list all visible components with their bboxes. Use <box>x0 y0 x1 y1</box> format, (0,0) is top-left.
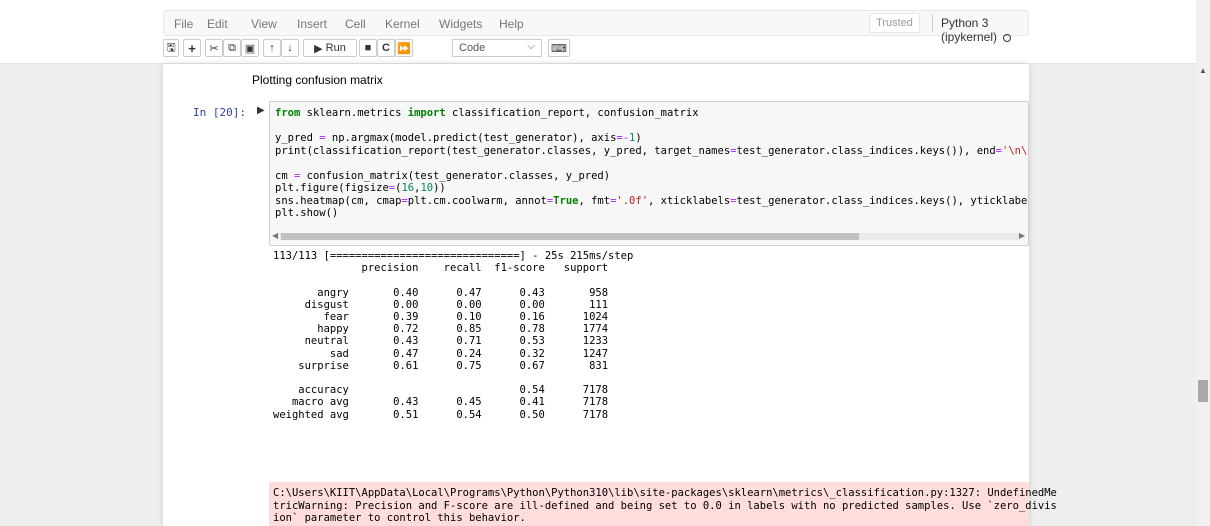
menu-insert[interactable]: Insert <box>297 17 327 31</box>
scroll-up-icon[interactable]: ▲ <box>1199 66 1207 75</box>
run-label: Run <box>325 42 346 54</box>
stop-icon: ■ <box>364 42 372 54</box>
restart-button[interactable]: C <box>377 39 395 57</box>
save-button[interactable]: 🖫 <box>163 39 179 57</box>
arrow-up-icon: ↑ <box>269 42 275 54</box>
cut-button[interactable]: ✂ <box>205 39 223 57</box>
notebook-header: File Edit View Insert Cell Kernel Widget… <box>0 0 1196 64</box>
scroll-thumb[interactable] <box>281 233 859 240</box>
trusted-indicator[interactable]: Trusted <box>869 13 920 33</box>
insert-cell-button[interactable]: + <box>183 39 201 57</box>
menu-bar: File Edit View Insert Cell Kernel Widget… <box>163 10 1029 44</box>
stderr-output: C:\Users\KIIT\AppData\Local\Programs\Pyt… <box>269 482 1057 526</box>
scroll-right-icon[interactable]: ▶ <box>1019 231 1025 240</box>
paste-button[interactable]: ▣ <box>241 39 259 57</box>
menu-cell[interactable]: Cell <box>345 17 366 31</box>
keyboard-icon: ⌨ <box>551 42 567 55</box>
chevron-down-icon: ⌵ <box>527 41 535 52</box>
page-scroll-thumb[interactable] <box>1198 380 1208 402</box>
play-icon: ▶ <box>314 42 323 55</box>
run-button[interactable]: ▶ Run <box>303 39 357 57</box>
save-icon: 🖫 <box>166 41 176 54</box>
kernel-indicator[interactable]: Python 3 (ipykernel) <box>932 14 1028 44</box>
arrow-down-icon: ↓ <box>287 42 293 54</box>
fast-forward-icon: ⏩ <box>397 42 411 55</box>
menu-file[interactable]: File <box>174 17 193 31</box>
code-editor[interactable]: from sklearn.metrics import classificati… <box>270 102 1028 225</box>
move-up-button[interactable]: ↑ <box>263 39 281 57</box>
kernel-name: Python 3 (ipykernel) <box>941 16 998 44</box>
cell-type-select[interactable]: Code ⌵ <box>452 39 542 57</box>
kernel-status-icon <box>1003 33 1012 42</box>
interrupt-button[interactable]: ■ <box>359 39 377 57</box>
code-horizontal-scrollbar[interactable]: ◀ ▶ <box>270 231 1028 241</box>
copy-button[interactable]: ⧉ <box>223 39 241 57</box>
restart-run-all-button[interactable]: ⏩ <box>395 39 413 57</box>
page-vertical-scrollbar[interactable]: ▲ <box>1196 0 1210 526</box>
code-cell-input[interactable]: from sklearn.metrics import classificati… <box>269 101 1029 246</box>
copy-icon: ⧉ <box>228 41 236 54</box>
markdown-cell[interactable]: Plotting confusion matrix <box>252 73 383 87</box>
menu-edit[interactable]: Edit <box>207 17 228 31</box>
menu-widgets[interactable]: Widgets <box>439 17 482 31</box>
move-down-button[interactable]: ↓ <box>281 39 299 57</box>
paste-icon: ▣ <box>244 42 256 55</box>
menu-help[interactable]: Help <box>499 17 524 31</box>
restart-icon: C <box>382 42 390 54</box>
cell-prompt: In [20]: <box>193 106 246 119</box>
command-palette-button[interactable]: ⌨ <box>548 39 570 57</box>
run-cell-icon[interactable]: ▶ <box>257 105 265 116</box>
plus-icon: + <box>188 40 196 56</box>
cell-output: 113/113 [==============================]… <box>273 250 634 421</box>
scissors-icon: ✂ <box>209 42 219 55</box>
cell-type-value: Code <box>459 42 486 54</box>
scroll-left-icon[interactable]: ◀ <box>272 231 278 240</box>
menu-view[interactable]: View <box>251 17 277 31</box>
menu-kernel[interactable]: Kernel <box>385 17 420 31</box>
notebook-container: Plotting confusion matrix In [20]: ▶ fro… <box>163 64 1057 526</box>
